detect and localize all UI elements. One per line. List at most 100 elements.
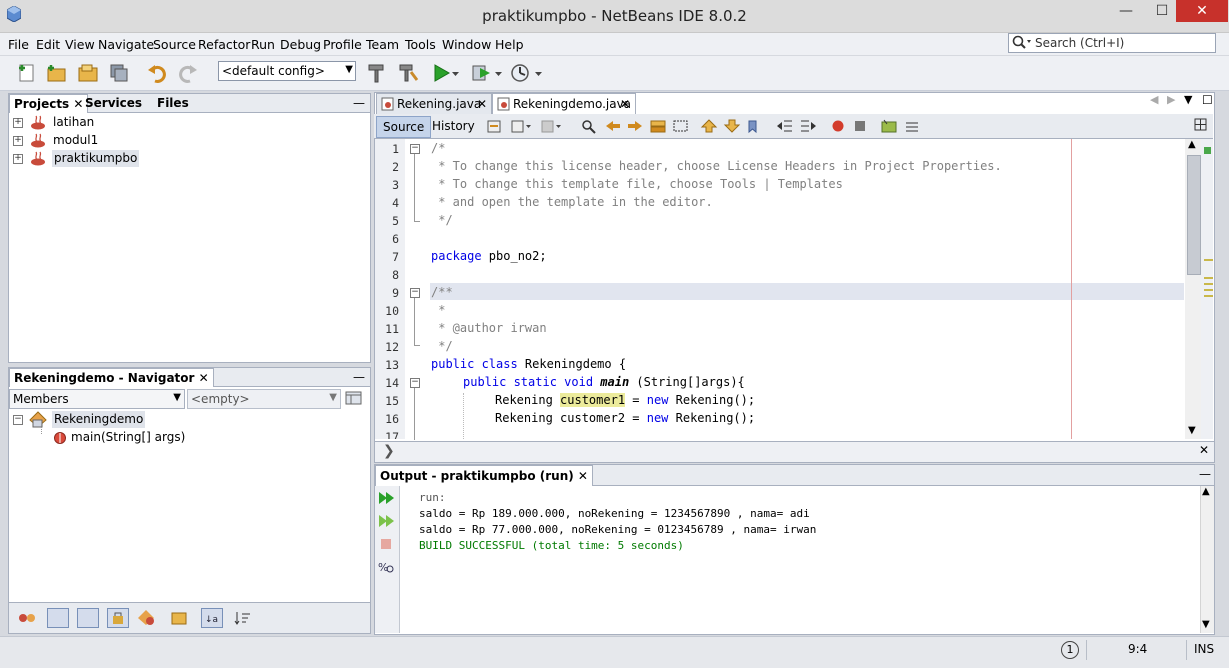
previous-bookmark-icon[interactable]: [700, 118, 718, 137]
debug-dropdown-icon[interactable]: [494, 62, 504, 84]
tab-projects[interactable]: Projects ✕: [9, 94, 89, 113]
close-icon[interactable]: ✕: [620, 94, 630, 114]
close-icon[interactable]: ✕: [477, 94, 487, 114]
tab-output[interactable]: Output - praktikumpbo (run) ✕: [375, 465, 593, 486]
minimize-panel-button[interactable]: —: [349, 94, 369, 112]
tab-rekening-java[interactable]: Rekening.java ✕: [376, 93, 492, 114]
close-button[interactable]: ✕: [1176, 0, 1228, 22]
stop-macro-icon[interactable]: [852, 118, 868, 137]
output-settings-icon[interactable]: %: [378, 559, 396, 578]
uncomment-icon[interactable]: [903, 118, 921, 137]
toggle-highlight-icon[interactable]: [649, 118, 667, 137]
shift-left-icon[interactable]: [776, 118, 794, 137]
last-edit-icon[interactable]: [486, 118, 504, 137]
scroll-left-icon[interactable]: ◀: [1150, 93, 1158, 106]
next-bookmark-icon[interactable]: [723, 118, 741, 137]
tab-files[interactable]: Files: [153, 94, 193, 112]
scroll-right-icon[interactable]: ▶: [1167, 93, 1175, 106]
filter-static-icon[interactable]: [77, 608, 99, 628]
close-icon[interactable]: ✕: [199, 371, 209, 385]
search-input[interactable]: Search (Ctrl+I): [1008, 33, 1216, 53]
close-icon[interactable]: ✕: [1199, 443, 1209, 457]
clean-build-icon[interactable]: [397, 62, 419, 84]
maximize-button[interactable]: ☐: [1144, 0, 1180, 22]
collapse-icon[interactable]: −: [13, 415, 23, 425]
code-area[interactable]: /* * To change this license header, choo…: [430, 139, 1182, 439]
minimize-panel-button[interactable]: —: [349, 368, 369, 386]
menu-view[interactable]: View: [65, 37, 95, 52]
scroll-up-icon[interactable]: ▲: [1188, 139, 1196, 150]
toggle-bookmark-icon[interactable]: [746, 118, 764, 137]
expand-icon[interactable]: +: [13, 118, 23, 128]
menu-help[interactable]: Help: [495, 37, 524, 52]
output-vertical-scrollbar[interactable]: ▲ ▼: [1200, 486, 1214, 633]
forward-icon[interactable]: [540, 118, 564, 137]
scroll-down-icon[interactable]: ▼: [1202, 619, 1210, 630]
fold-toggle-icon[interactable]: −: [410, 288, 420, 298]
filter-inner-icon[interactable]: [137, 609, 157, 630]
minimize-panel-button[interactable]: —: [1195, 465, 1215, 483]
history-button[interactable]: History: [426, 116, 481, 136]
navigator-class-node[interactable]: − Rekeningdemo: [13, 411, 213, 428]
close-icon[interactable]: ✕: [578, 469, 588, 483]
menu-run[interactable]: Run: [251, 37, 275, 52]
source-button[interactable]: Source: [376, 116, 432, 138]
menu-refactor[interactable]: Refactor: [198, 37, 250, 52]
find-next-icon[interactable]: [626, 118, 644, 137]
editor-vertical-scrollbar[interactable]: ▲ ▼: [1185, 139, 1201, 439]
menu-profile[interactable]: Profile: [323, 37, 362, 52]
tree-item-latihan[interactable]: + latihan: [13, 114, 213, 131]
run-project-icon[interactable]: [430, 62, 452, 84]
chevron-down-icon[interactable]: ▼: [1184, 93, 1192, 106]
tab-navigator[interactable]: Rekeningdemo - Navigator ✕: [9, 368, 214, 387]
menu-window[interactable]: Window: [442, 37, 491, 52]
navigator-options-icon[interactable]: [344, 389, 364, 407]
menu-debug[interactable]: Debug: [280, 37, 321, 52]
start-macro-icon[interactable]: [830, 118, 846, 137]
back-icon[interactable]: [510, 118, 534, 137]
minimize-button[interactable]: —: [1108, 0, 1144, 22]
scrollbar-thumb[interactable]: [1187, 155, 1201, 275]
save-all-icon[interactable]: [108, 62, 130, 84]
rerun-icon[interactable]: [378, 490, 396, 509]
menu-edit[interactable]: Edit: [36, 37, 60, 52]
scroll-up-icon[interactable]: ▲: [1202, 486, 1210, 497]
menu-navigate[interactable]: Navigate: [98, 37, 154, 52]
notifications-badge[interactable]: 1: [1061, 641, 1079, 659]
breadcrumb-chevron-icon[interactable]: ❯: [383, 443, 395, 459]
tree-item-modul1[interactable]: + modul1: [13, 132, 213, 149]
sort-by-access-icon[interactable]: [233, 609, 253, 630]
filter-nonpublic-icon[interactable]: [107, 608, 129, 628]
profile-project-icon[interactable]: [509, 62, 531, 84]
scroll-down-icon[interactable]: ▼: [1188, 425, 1196, 436]
config-select[interactable]: <default config> ▼: [218, 61, 356, 81]
sort-by-name-icon[interactable]: ↓a: [201, 608, 223, 628]
run-dropdown-icon[interactable]: [451, 62, 461, 84]
menu-team[interactable]: Team: [366, 37, 399, 52]
navigator-method-node[interactable]: main(String[] args): [53, 429, 253, 446]
comment-icon[interactable]: [880, 118, 898, 137]
expand-icon[interactable]: +: [13, 154, 23, 164]
members-filter-select[interactable]: Members ▼: [9, 389, 185, 409]
undo-icon[interactable]: [146, 62, 168, 84]
profile-dropdown-icon[interactable]: [534, 62, 544, 84]
find-previous-icon[interactable]: [604, 118, 622, 137]
filter-fields-icon[interactable]: [47, 608, 69, 628]
new-file-icon[interactable]: [16, 62, 38, 84]
shift-right-icon[interactable]: [799, 118, 817, 137]
debug-project-icon[interactable]: [470, 62, 492, 84]
tab-services[interactable]: Services: [81, 94, 146, 112]
open-project-icon[interactable]: [77, 62, 99, 84]
build-hammer-icon[interactable]: [366, 62, 388, 84]
sort-by-source-icon[interactable]: [169, 609, 189, 630]
empty-filter-select[interactable]: <empty> ▼: [187, 389, 341, 409]
redo-icon[interactable]: [177, 62, 199, 84]
tree-item-praktikumpbo[interactable]: + praktikumpbo: [13, 150, 213, 167]
menu-source[interactable]: Source: [153, 37, 196, 52]
menu-file[interactable]: File: [8, 37, 29, 52]
fold-toggle-icon[interactable]: −: [410, 144, 420, 154]
maximize-editor-icon[interactable]: ☐: [1202, 93, 1213, 107]
fold-toggle-icon[interactable]: −: [410, 378, 420, 388]
find-icon[interactable]: [580, 118, 598, 137]
show-inherited-icon[interactable]: [17, 609, 37, 630]
